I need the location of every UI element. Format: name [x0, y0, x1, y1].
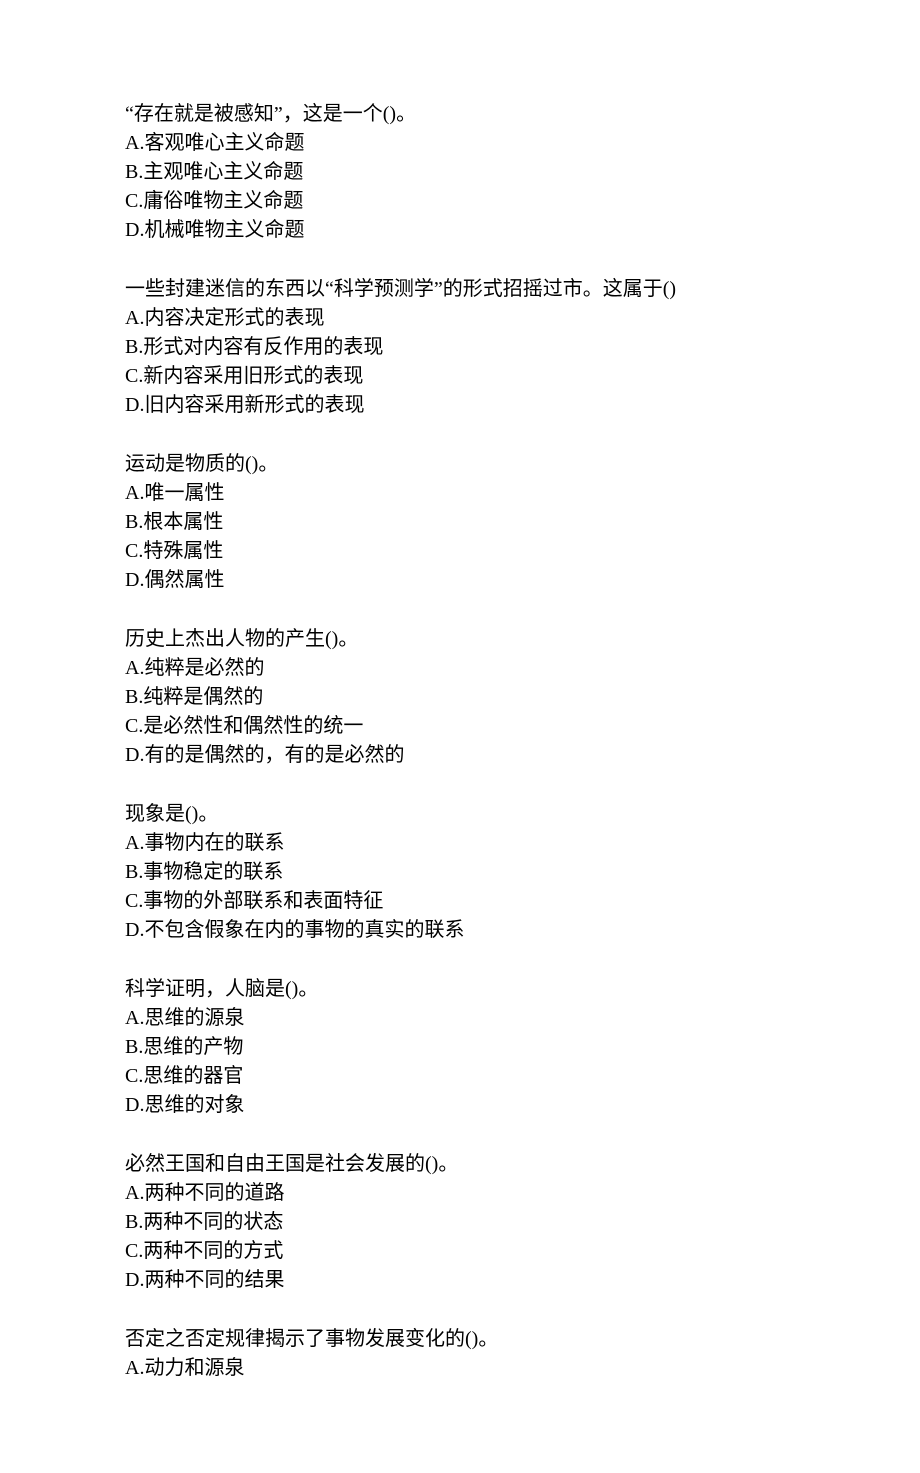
- answer-option: A.动力和源泉: [125, 1354, 920, 1383]
- answer-option: A.客观唯心主义命题: [125, 129, 920, 158]
- answer-option: B.主观唯心主义命题: [125, 158, 920, 187]
- question-stem: 否定之否定规律揭示了事物发展变化的()。: [125, 1325, 920, 1354]
- answer-option: D.两种不同的结果: [125, 1266, 920, 1295]
- answer-option: C.事物的外部联系和表面特征: [125, 887, 920, 916]
- answer-option: D.有的是偶然的，有的是必然的: [125, 741, 920, 770]
- answer-option: C.是必然性和偶然性的统一: [125, 712, 920, 741]
- answer-option: A.内容决定形式的表现: [125, 304, 920, 333]
- question-stem: 现象是()。: [125, 800, 920, 829]
- answer-option: B.思维的产物: [125, 1033, 920, 1062]
- question-stem: “存在就是被感知”，这是一个()。: [125, 100, 920, 129]
- answer-option: D.旧内容采用新形式的表现: [125, 391, 920, 420]
- document-content: “存在就是被感知”，这是一个()。A.客观唯心主义命题B.主观唯心主义命题C.庸…: [125, 100, 920, 1383]
- answer-option: A.两种不同的道路: [125, 1179, 920, 1208]
- question-stem: 历史上杰出人物的产生()。: [125, 625, 920, 654]
- question-stem: 必然王国和自由王国是社会发展的()。: [125, 1150, 920, 1179]
- question-block: 必然王国和自由王国是社会发展的()。A.两种不同的道路B.两种不同的状态C.两种…: [125, 1150, 920, 1295]
- answer-option: C.新内容采用旧形式的表现: [125, 362, 920, 391]
- question-block: 运动是物质的()。A.唯一属性B.根本属性C.特殊属性D.偶然属性: [125, 450, 920, 595]
- question-block: 否定之否定规律揭示了事物发展变化的()。A.动力和源泉: [125, 1325, 920, 1383]
- question-block: “存在就是被感知”，这是一个()。A.客观唯心主义命题B.主观唯心主义命题C.庸…: [125, 100, 920, 245]
- answer-option: D.机械唯物主义命题: [125, 216, 920, 245]
- answer-option: A.唯一属性: [125, 479, 920, 508]
- answer-option: B.事物稳定的联系: [125, 858, 920, 887]
- question-stem: 科学证明，人脑是()。: [125, 975, 920, 1004]
- answer-option: A.纯粹是必然的: [125, 654, 920, 683]
- answer-option: D.偶然属性: [125, 566, 920, 595]
- answer-option: C.特殊属性: [125, 537, 920, 566]
- answer-option: D.思维的对象: [125, 1091, 920, 1120]
- answer-option: D.不包含假象在内的事物的真实的联系: [125, 916, 920, 945]
- answer-option: B.纯粹是偶然的: [125, 683, 920, 712]
- answer-option: C.两种不同的方式: [125, 1237, 920, 1266]
- answer-option: C.思维的器官: [125, 1062, 920, 1091]
- answer-option: A.思维的源泉: [125, 1004, 920, 1033]
- question-block: 现象是()。A.事物内在的联系B.事物稳定的联系C.事物的外部联系和表面特征D.…: [125, 800, 920, 945]
- question-block: 科学证明，人脑是()。A.思维的源泉B.思维的产物C.思维的器官D.思维的对象: [125, 975, 920, 1120]
- answer-option: B.两种不同的状态: [125, 1208, 920, 1237]
- answer-option: C.庸俗唯物主义命题: [125, 187, 920, 216]
- question-block: 历史上杰出人物的产生()。A.纯粹是必然的B.纯粹是偶然的C.是必然性和偶然性的…: [125, 625, 920, 770]
- answer-option: B.根本属性: [125, 508, 920, 537]
- question-stem: 运动是物质的()。: [125, 450, 920, 479]
- answer-option: A.事物内在的联系: [125, 829, 920, 858]
- question-block: 一些封建迷信的东西以“科学预测学”的形式招摇过市。这属于()A.内容决定形式的表…: [125, 275, 920, 420]
- question-stem: 一些封建迷信的东西以“科学预测学”的形式招摇过市。这属于(): [125, 275, 920, 304]
- answer-option: B.形式对内容有反作用的表现: [125, 333, 920, 362]
